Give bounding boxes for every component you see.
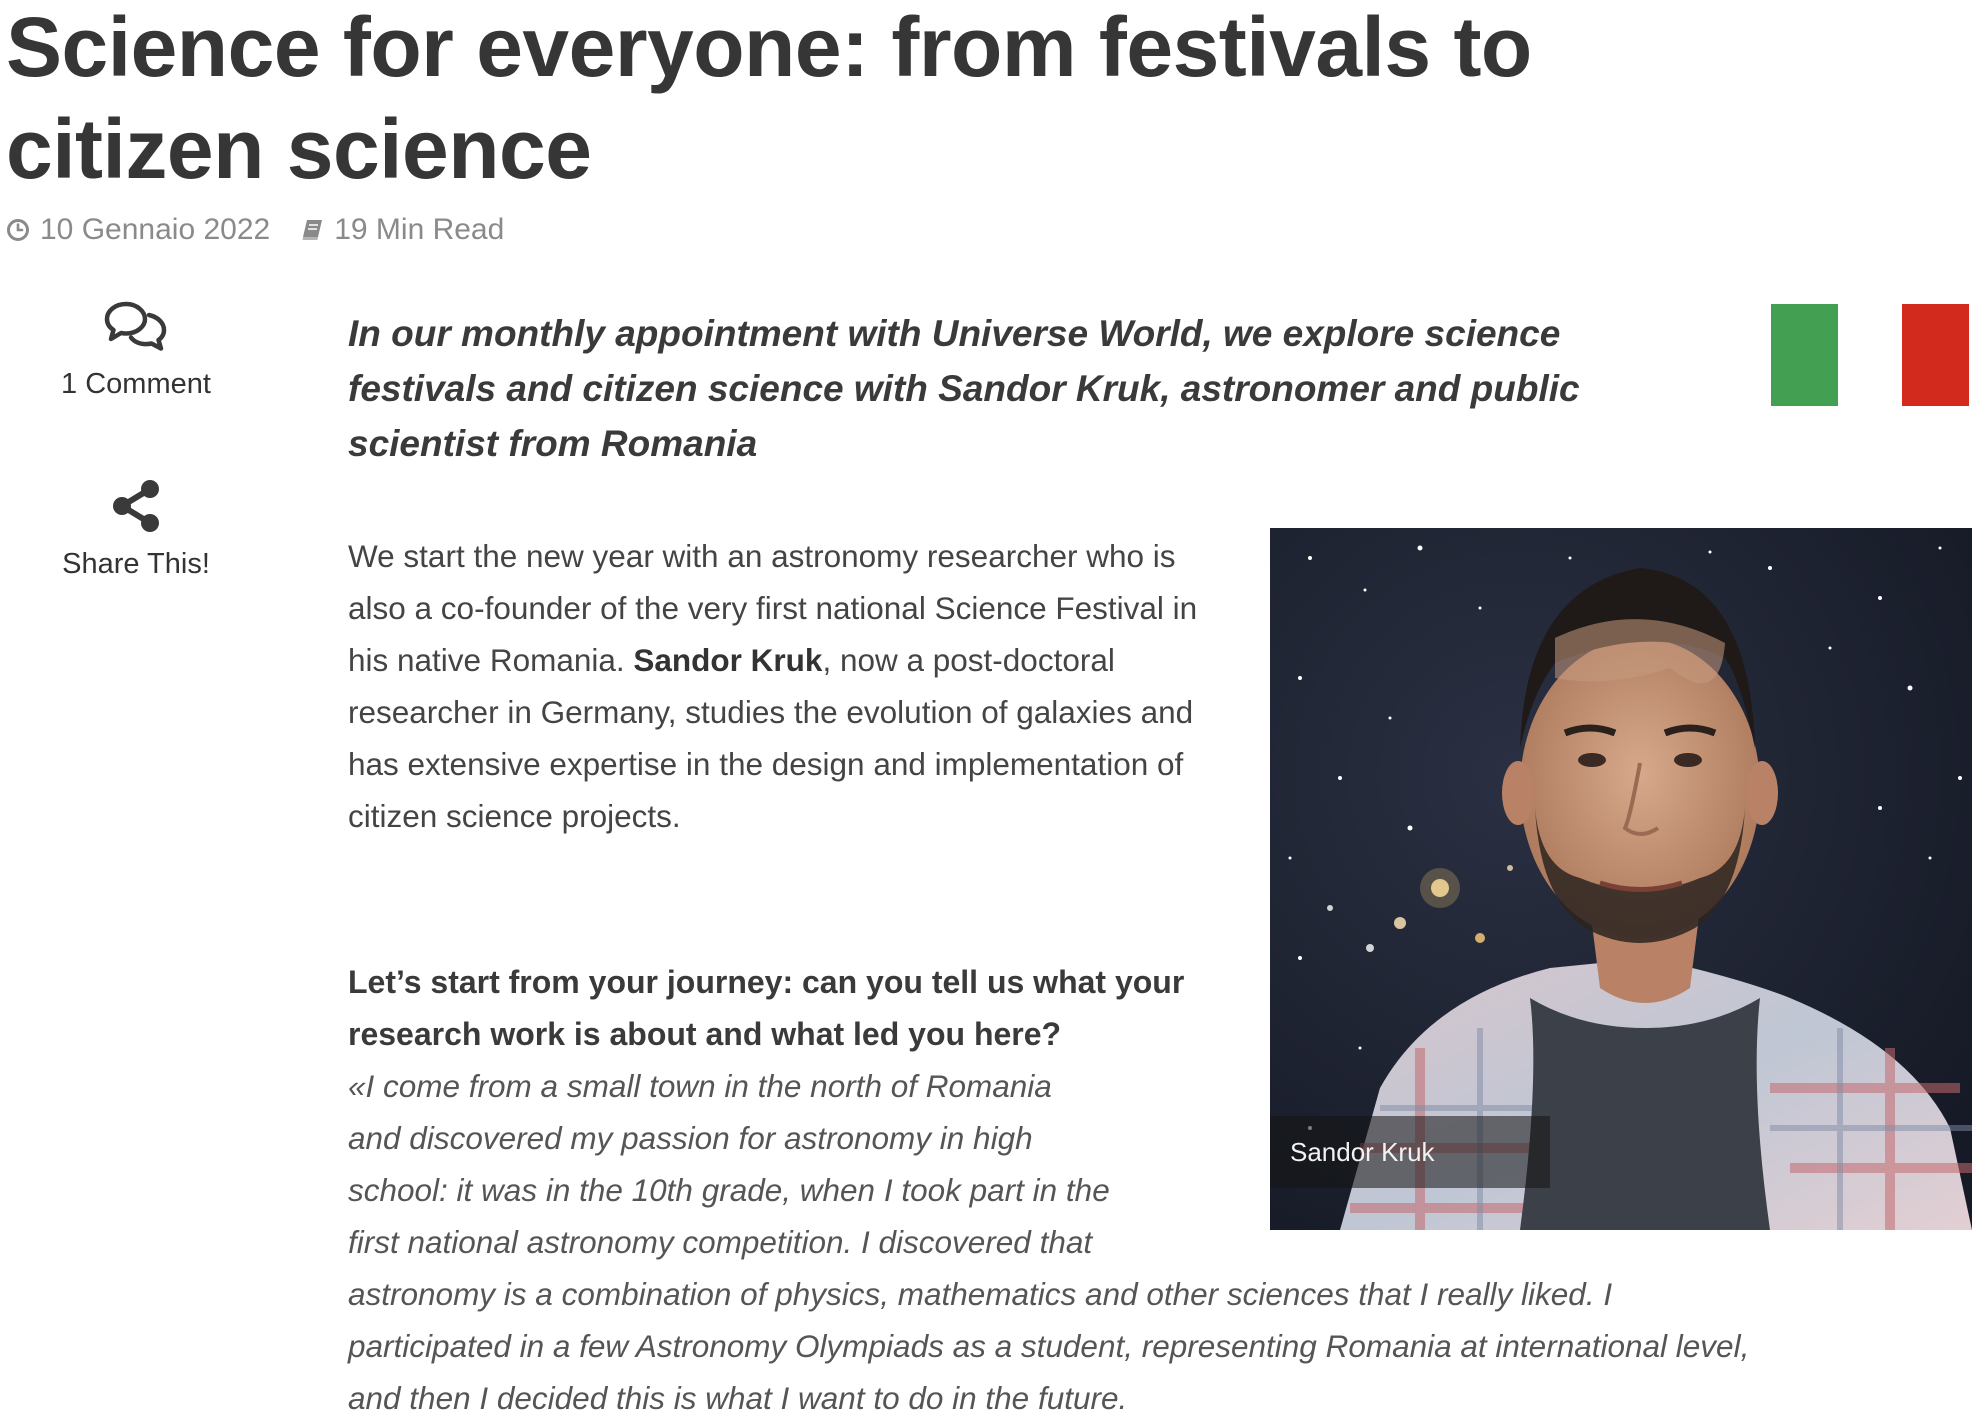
article-paragraph: We start the new year with an astronomy … xyxy=(348,530,1238,842)
author-name-bold: Sandor Kruk xyxy=(633,642,823,678)
comments-label: 1 Comment xyxy=(61,368,211,400)
interview-answer: «I come from a small town in the north o… xyxy=(348,1060,1978,1424)
article-meta: 10 Gennaio 2022 19 Min Read xyxy=(6,210,504,250)
comments-icon xyxy=(104,301,167,351)
read-time-meta: 19 Min Read xyxy=(300,213,504,247)
article-title: Science for everyone: from festivals to … xyxy=(6,0,1532,196)
clock-icon xyxy=(7,219,29,241)
share-icon xyxy=(113,480,159,532)
share-button[interactable]: Share This! xyxy=(0,478,272,581)
answer-line: participated in a few Astronomy Olympiad… xyxy=(348,1328,1750,1364)
interview-question: Let’s start from your journey: can you t… xyxy=(348,964,1185,1052)
answer-line: «I come from a small town in the north o… xyxy=(348,1068,1052,1104)
share-label: Share This! xyxy=(62,548,210,580)
flag-red-stripe xyxy=(1902,304,1969,406)
article-intro: In our monthly appointment with Universe… xyxy=(348,313,1580,464)
read-time: 19 Min Read xyxy=(334,213,505,246)
article-date: 10 Gennaio 2022 xyxy=(40,213,271,246)
language-flag[interactable] xyxy=(1771,304,1969,406)
answer-line: and discovered my passion for astronomy … xyxy=(348,1120,1033,1156)
answer-line: school: it was in the 10th grade, when I… xyxy=(348,1172,1110,1208)
flag-green-stripe xyxy=(1771,304,1838,406)
date-meta: 10 Gennaio 2022 xyxy=(6,213,270,247)
comments-link[interactable]: 1 Comment xyxy=(0,300,272,401)
answer-line: first national astronomy competition. I … xyxy=(348,1224,1093,1260)
book-icon xyxy=(302,220,323,240)
answer-line: and then I decided this is what I want t… xyxy=(348,1380,1128,1416)
answer-line: astronomy is a combination of physics, m… xyxy=(348,1276,1613,1312)
